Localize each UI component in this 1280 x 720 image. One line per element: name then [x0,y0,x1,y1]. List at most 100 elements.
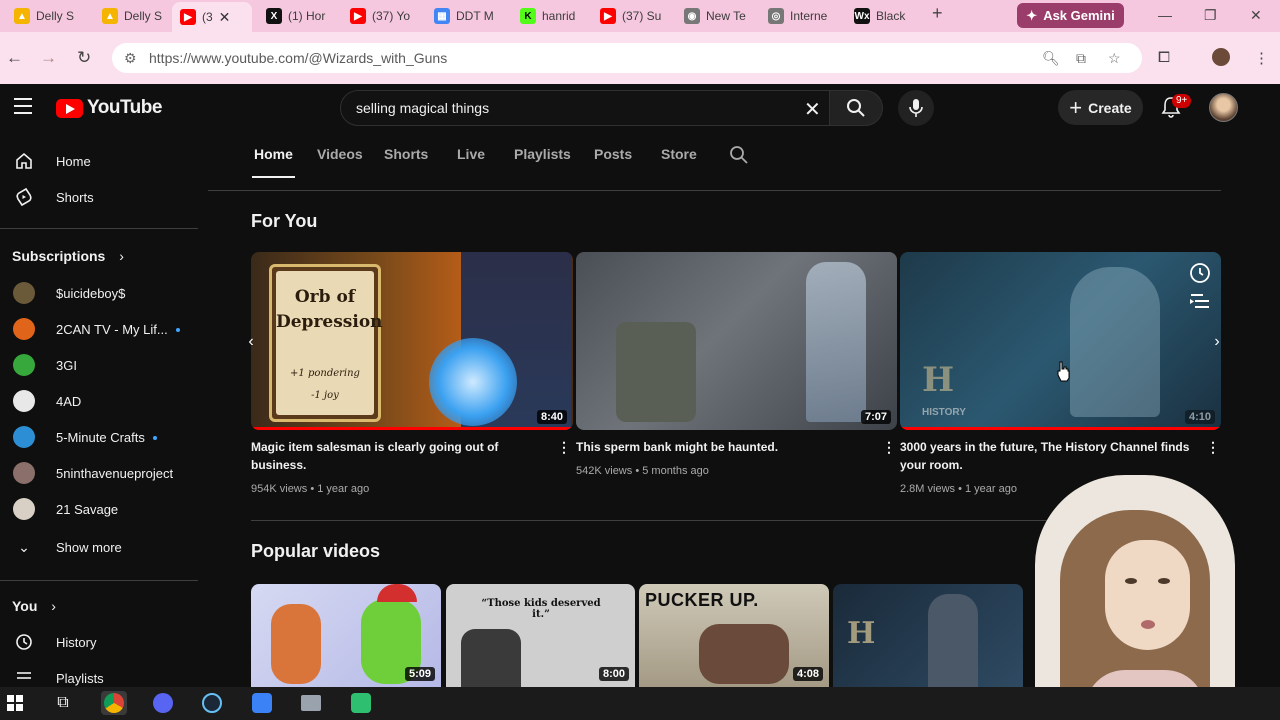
tab-live[interactable]: Live [457,146,485,162]
create-button[interactable]: + Create [1058,90,1143,125]
sidebar-divider [0,580,198,581]
minimize-icon[interactable]: — [1158,7,1172,23]
more-actions-icon[interactable]: ⋮ [882,439,896,456]
channel-search-icon[interactable] [729,145,749,165]
close-window-icon[interactable]: ✕ [1250,7,1262,24]
hamburger-menu-icon[interactable] [14,98,32,119]
voice-search-button[interactable] [898,90,934,126]
video-thumbnail[interactable]: PUCKER UP. 4:08 [639,584,829,687]
streamer-mouth [1141,620,1155,629]
channel-avatar [13,390,35,412]
browser-tab[interactable]: ▲ Delly S [94,3,170,29]
subscription-item[interactable]: 21 Savage [0,491,200,527]
video-title[interactable]: Magic item salesman is clearly going out… [251,438,541,474]
browser-tab[interactable]: X (1) Hor [258,3,338,29]
search-button[interactable] [829,90,883,126]
forward-icon[interactable]: → [40,48,57,68]
sidebar-item-playlists[interactable]: Playlists [0,660,200,687]
video-thumbnail[interactable]: Orb of Depression +1 pondering -1 joy 8:40 [251,252,573,430]
popular-videos-heading: Popular videos [251,541,381,561]
new-tab-button[interactable]: + [932,3,943,24]
search-input[interactable]: selling magical things ✕ [340,90,830,126]
tab-label: New Te [706,9,746,23]
thumbnail-caption: “Those kids deserved it.” [481,598,601,620]
you-heading[interactable]: You › [12,598,56,614]
app-taskbar-icon[interactable] [348,691,374,715]
sidebar-item-history[interactable]: History [0,624,200,660]
browser-tab[interactable]: Wx Black [846,3,928,29]
channel-avatar [13,498,35,520]
chrome-taskbar-icon[interactable] [101,691,127,715]
youtube-logo[interactable]: YouTube [56,97,162,119]
subscription-item[interactable]: $uicideboy$ [0,275,200,311]
watch-later-icon[interactable] [1189,262,1211,284]
account-avatar[interactable] [1209,93,1238,122]
browser-tab[interactable]: ▶ (3 ✕ [172,2,252,32]
tab-label: DDT M [456,9,494,23]
duration-badge: 4:08 [792,667,823,681]
video-thumbnail[interactable]: 5:09 [251,584,441,687]
tab-videos[interactable]: Videos [317,146,363,162]
site-info-icon[interactable]: ⚙ [124,50,137,67]
microphone-icon [909,99,923,117]
subscriptions-heading[interactable]: Subscriptions › [12,248,124,264]
restore-icon[interactable]: ❐ [1204,7,1217,24]
extensions-icon[interactable]: ⧠ [1158,49,1170,66]
add-to-queue-icon[interactable] [1189,292,1211,310]
more-actions-icon[interactable]: ⋮ [1206,439,1220,456]
calendar-icon: ▦ [434,8,450,24]
profile-avatar[interactable] [1212,48,1230,66]
task-view-icon[interactable]: ⧉ [50,691,76,715]
browser-menu-icon[interactable]: ⋮ [1254,49,1269,67]
more-actions-icon[interactable]: ⋮ [557,439,571,456]
clear-search-icon[interactable]: ✕ [804,97,821,122]
carousel-prev-icon[interactable]: ‹ [240,331,262,353]
file-explorer-taskbar-icon[interactable] [298,691,324,715]
video-thumbnail[interactable]: H HISTORY 4:10 [900,252,1221,430]
sidebar-item-home[interactable]: Home [0,143,200,179]
discord-taskbar-icon[interactable] [150,691,176,715]
video-thumbnail[interactable]: 7:07 [576,252,897,430]
duration-badge: 5:09 [404,667,435,681]
bookmark-star-icon[interactable]: ☆ [1108,50,1121,67]
orb-card: Orb of Depression +1 pondering -1 joy [269,264,383,422]
thumbnail-ghost [806,262,866,422]
close-tab-icon[interactable]: ✕ [219,9,231,26]
channel-avatar [13,282,35,304]
ask-gemini-button[interactable]: ✦ Ask Gemini [1017,3,1124,28]
browser-tab[interactable]: ▶ (37) Su [592,3,672,29]
browser-tab[interactable]: ▲ Delly S [6,3,90,29]
subscription-item[interactable]: 3GI [0,347,200,383]
video-thumbnail[interactable]: “Those kids deserved it.” 8:00 [446,584,635,687]
browser-tab[interactable]: ▶ (37) Yo [342,3,422,29]
tab-store[interactable]: Store [661,146,697,162]
thumbnail-figure [699,624,789,684]
windows-start-icon[interactable] [2,691,28,715]
sidebar-item-shorts[interactable]: Shorts [0,179,200,215]
tab-playlists[interactable]: Playlists [514,146,571,162]
tab-home[interactable]: Home [254,146,293,162]
install-app-icon[interactable]: ⧉ [1076,50,1086,67]
tab-shorts[interactable]: Shorts [384,146,428,162]
carousel-next-icon[interactable]: › [1206,331,1228,353]
zoom-icon[interactable]: 🔍︎ [1042,50,1060,67]
video-title[interactable]: This sperm bank might be haunted. [576,438,866,456]
app-taskbar-icon[interactable] [249,691,275,715]
omnibox[interactable]: ⚙ https://www.youtube.com/@Wizards_with_… [112,43,1142,73]
back-icon[interactable]: ← [6,48,23,68]
subscription-item[interactable]: 2CAN TV - My Lif... [0,311,200,347]
subscription-item[interactable]: 5-Minute Crafts [0,419,200,455]
subscription-item[interactable]: 5ninthavenueproject [0,455,200,491]
browser-tab[interactable]: ◎ Interne [760,3,842,29]
show-more-button[interactable]: ⌄ Show more [0,529,200,565]
video-title[interactable]: 3000 years in the future, The History Ch… [900,438,1200,474]
steam-taskbar-icon[interactable] [199,691,225,715]
tab-posts[interactable]: Posts [594,146,632,162]
browser-tab[interactable]: ▦ DDT M [426,3,508,29]
browser-tab[interactable]: Khanrid [512,3,588,29]
browser-tab[interactable]: ◉ New Te [676,3,756,29]
tab-label: (3 [202,10,213,24]
subscription-item[interactable]: 4AD [0,383,200,419]
chrome-icon: ◉ [684,8,700,24]
reload-icon[interactable]: ↻ [77,48,91,68]
